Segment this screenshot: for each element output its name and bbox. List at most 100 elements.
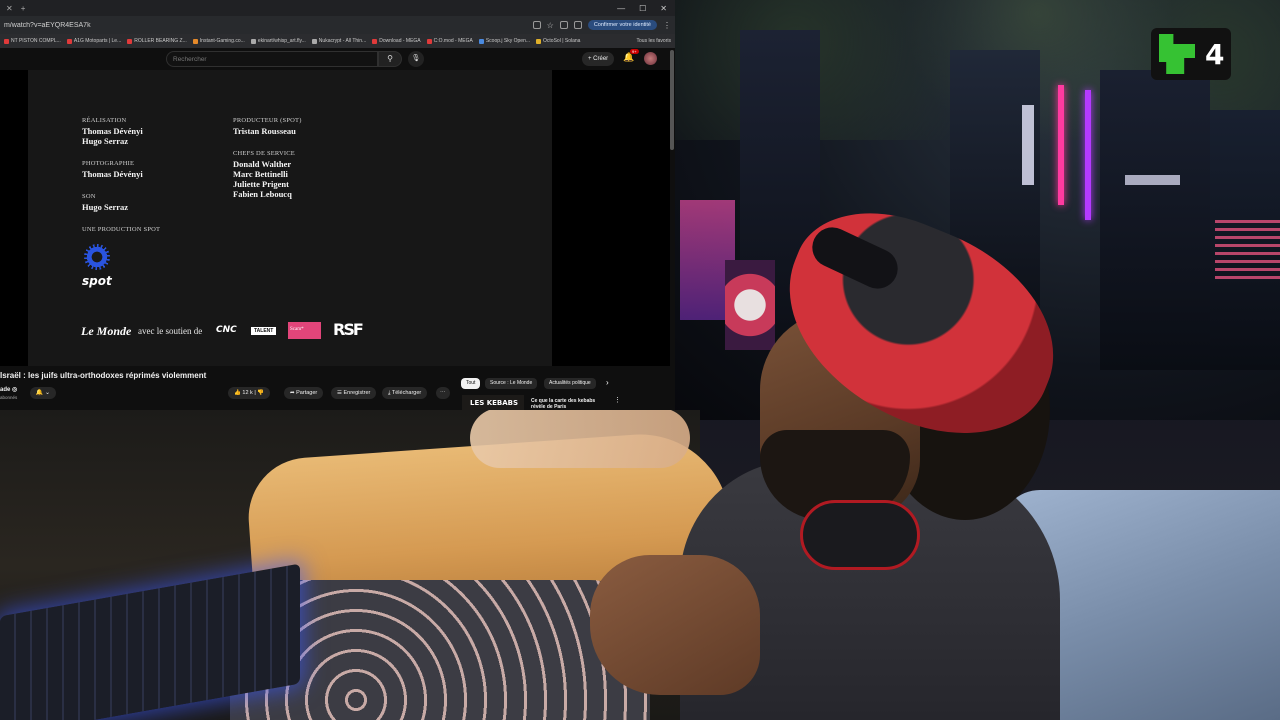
bookmark-item[interactable]: A1G Motoparts | Le... bbox=[66, 38, 122, 44]
tab-close-icon[interactable]: ✕ bbox=[6, 4, 13, 13]
stream-badge: 4 bbox=[1151, 28, 1231, 80]
menu-kebab-icon[interactable]: ⋮ bbox=[663, 21, 671, 30]
more-actions-button[interactable]: ⋯ bbox=[436, 387, 450, 399]
bookmark-label: OctoSol | Solana bbox=[543, 38, 581, 44]
credit-name: Juliette Prigent bbox=[233, 179, 289, 189]
download-label: Télécharger bbox=[391, 390, 422, 396]
credit-name: Fabien Leboucq bbox=[233, 189, 292, 199]
bookmark-label: C:O.mod - MEGA bbox=[433, 38, 473, 44]
chip-source[interactable]: Source : Le Monde bbox=[485, 378, 538, 389]
screen: 4 ✕ + — ☐ ✕ m/watch?v=aEYQR4ESA7k ☆ Conf… bbox=[0, 0, 1280, 720]
chip-all[interactable]: Tout bbox=[461, 378, 481, 389]
bookmarks-bar: NT PISTON COMPL... A1G Motoparts | Le... R… bbox=[0, 34, 675, 48]
recommendation-menu-icon[interactable]: ⋮ bbox=[614, 396, 621, 404]
credit-name: Hugo Serraz bbox=[82, 202, 129, 212]
scam-logo: Scam* bbox=[288, 322, 321, 339]
bookmark-item[interactable]: Instant-Gaming.co... bbox=[192, 38, 245, 44]
bookmark-item[interactable]: NT PISTON COMPL... bbox=[4, 38, 61, 44]
browser-window: ✕ + — ☐ ✕ m/watch?v=aEYQR4ESA7k ☆ Confir… bbox=[0, 0, 675, 410]
star-icon[interactable]: ☆ bbox=[547, 21, 554, 30]
share-button[interactable]: ➦ Partager bbox=[284, 387, 324, 399]
bookmark-label: Scoop.j Sky Open... bbox=[485, 38, 531, 44]
credit-label: CHEFS DE SERVICE bbox=[233, 150, 295, 157]
verify-identity-button[interactable]: Confirmer votre identité bbox=[587, 20, 657, 30]
bookmark-label: NT PISTON COMPL... bbox=[11, 38, 61, 44]
all-bookmarks[interactable]: Tous les favoris bbox=[637, 38, 671, 44]
search-icon[interactable]: ⚲ bbox=[378, 51, 402, 67]
cnc-logo: CNC bbox=[216, 325, 237, 335]
chevron-right-icon[interactable]: › bbox=[606, 378, 609, 387]
avatar[interactable] bbox=[644, 52, 657, 65]
scrollbar[interactable] bbox=[670, 50, 674, 150]
close-window-icon[interactable]: ✕ bbox=[660, 4, 667, 13]
minimize-icon[interactable]: — bbox=[617, 4, 625, 13]
url-field[interactable]: m/watch?v=aEYQR4ESA7k bbox=[4, 22, 527, 29]
bookmark-label: Download - MEGA bbox=[379, 38, 421, 44]
notification-count: 9+ bbox=[630, 49, 639, 54]
share-label: Partager bbox=[296, 390, 318, 396]
maximize-icon[interactable]: ☐ bbox=[639, 4, 646, 13]
bookmark-label: A1G Motoparts | Le... bbox=[73, 38, 122, 44]
neon-bar bbox=[1058, 85, 1064, 205]
credit-label: SON bbox=[82, 193, 96, 200]
like-button[interactable]: 👍 12 k | 👎 bbox=[228, 387, 271, 399]
credit-name: Thomas Dévényi bbox=[82, 126, 143, 136]
credit-name: Thomas Dévényi bbox=[82, 169, 143, 179]
spot-sun-logo-icon bbox=[84, 244, 110, 270]
neon-stripes bbox=[1215, 220, 1280, 280]
youtube-header: Rechercher ⚲ 🎙 + Créer 🔔 9+ bbox=[0, 48, 675, 70]
window-controls: — ☐ ✕ bbox=[617, 4, 675, 13]
credit-label: PRODUCTEUR (SPOT) bbox=[233, 117, 302, 124]
puzzle-logo-icon bbox=[1159, 34, 1195, 74]
bookmark-item[interactable]: Download - MEGA bbox=[372, 38, 421, 44]
credit-name: Donald Walther bbox=[233, 159, 292, 169]
video-title: Israël : les juifs ultra-orthodoxes répr… bbox=[0, 371, 207, 380]
credit-label: RÉALISATION bbox=[82, 117, 127, 124]
building bbox=[1100, 70, 1210, 370]
search-input[interactable]: Rechercher bbox=[166, 51, 378, 67]
chip-politics[interactable]: Actualités politique bbox=[544, 378, 596, 389]
bookmark-favicon-icon bbox=[311, 38, 317, 44]
download-button[interactable]: ⤓ Télécharger bbox=[382, 387, 428, 399]
like-count: 12 k bbox=[242, 390, 253, 396]
video-meta: Israël : les juifs ultra-orthodoxes répr… bbox=[0, 366, 675, 410]
bookmark-item[interactable]: OctoSol | Solana bbox=[536, 38, 580, 44]
create-button[interactable]: + Créer bbox=[582, 52, 615, 66]
sidepanel-icon[interactable] bbox=[573, 21, 582, 29]
person-hand bbox=[590, 555, 760, 695]
bookmark-label: ekinart/whisp_art.fly... bbox=[257, 38, 306, 44]
talent-logo: TALENT bbox=[251, 327, 277, 335]
screen-cast-icon[interactable] bbox=[532, 21, 541, 29]
headset bbox=[800, 500, 920, 570]
bookmark-favicon-icon bbox=[66, 38, 72, 44]
neon-bar bbox=[1022, 105, 1034, 185]
bookmark-item[interactable]: Nukacrypt - All Thin... bbox=[311, 38, 366, 44]
channel-name[interactable]: ade ◎ bbox=[0, 386, 17, 393]
bookmark-favicon-icon bbox=[4, 38, 9, 44]
save-button[interactable]: ☰ Enregistrer bbox=[331, 387, 377, 399]
credit-name: Hugo Serraz bbox=[82, 136, 129, 146]
bookmark-label: Instant-Gaming.co... bbox=[199, 38, 245, 44]
le-monde-logo: Le Monde bbox=[81, 324, 132, 338]
neon-bar bbox=[1085, 90, 1091, 220]
extensions-icon[interactable] bbox=[559, 21, 568, 29]
bookmark-favicon-icon bbox=[478, 38, 484, 44]
arm-foreground bbox=[470, 408, 690, 468]
credit-label: PHOTOGRAPHIE bbox=[82, 160, 135, 167]
recommendation-title[interactable]: Ce que la carte des kebabs révèle de Par… bbox=[531, 398, 605, 410]
subscription-bell-button[interactable]: 🔔 ⌄ bbox=[30, 387, 56, 399]
new-tab-icon[interactable]: + bbox=[21, 4, 26, 13]
neon-skull bbox=[725, 260, 775, 350]
mic-icon[interactable]: 🎙 bbox=[408, 51, 424, 67]
bookmark-item[interactable]: ROLLER BEARING Z... bbox=[127, 38, 187, 44]
credit-name: Marc Bettinelli bbox=[233, 169, 288, 179]
credit-name: Tristan Rousseau bbox=[233, 126, 296, 136]
bookmark-item[interactable]: Scoop.j Sky Open... bbox=[478, 38, 531, 44]
bookmark-item[interactable]: ekinart/whisp_art.fly... bbox=[250, 38, 306, 44]
bookmark-favicon-icon bbox=[250, 38, 256, 44]
bookmark-favicon-icon bbox=[127, 38, 133, 44]
recommendation-thumbnail[interactable]: LES KEBABS bbox=[462, 395, 524, 410]
bookmark-favicon-icon bbox=[192, 38, 198, 44]
support-text: avec le soutien de bbox=[138, 326, 203, 336]
bookmark-item[interactable]: C:O.mod - MEGA bbox=[426, 38, 473, 44]
